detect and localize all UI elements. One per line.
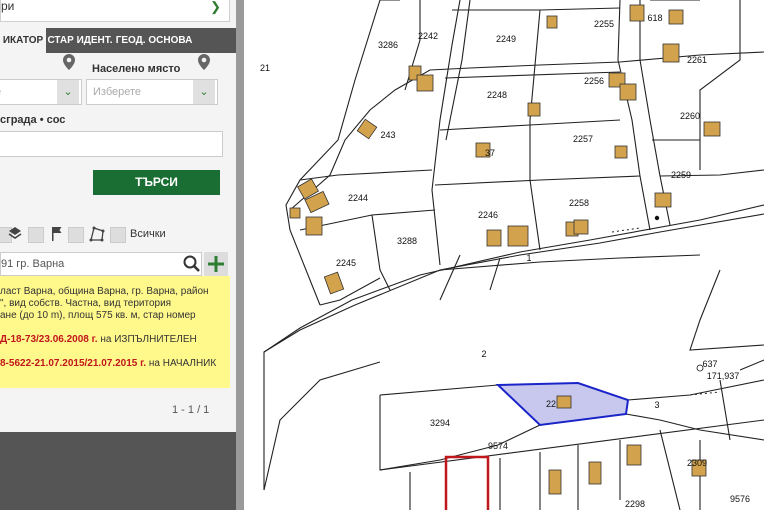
parcel-label: 2249 <box>496 34 516 44</box>
map-canvas[interactable]: 21 3286 2242 2249 2255 618 2261 2248 225… <box>244 0 764 515</box>
survey-point <box>654 215 660 221</box>
layers-icon[interactable] <box>8 226 22 242</box>
parcel-label: 2257 <box>573 134 593 144</box>
parcel-label: 3286 <box>378 40 398 50</box>
order-line-1: Д-18-73/23.06.2008 г. на ИЗПЪЛНИТЕЛЕН <box>0 334 197 345</box>
layer-toggle[interactable] <box>28 227 44 243</box>
parcel-label: 2309 <box>687 458 707 468</box>
panel-scrollbar[interactable] <box>236 0 244 510</box>
building-label: сграда • сос <box>0 114 66 126</box>
parcel-label: 618 <box>647 13 662 23</box>
location-pin-icon <box>198 54 210 70</box>
parcel-label: 9574 <box>488 441 508 451</box>
info-line: ласт Варна, община Варна, гр. Варна, рай… <box>0 286 209 297</box>
chevron-down-icon: ⌄ <box>193 80 215 104</box>
parcel-label: 3288 <box>397 236 417 246</box>
result-search-input[interactable]: 91 гр. Варна <box>0 252 202 276</box>
settlement-label: Населено място <box>92 63 181 75</box>
pager: 1 - 1 / 1 <box>172 404 210 416</box>
parcel-label: 2248 <box>487 90 507 100</box>
search-icon-button[interactable] <box>180 252 204 276</box>
parcel-label: 2259 <box>671 170 691 180</box>
chevron-down-icon: ❯ <box>210 0 221 14</box>
search-icon <box>183 255 200 272</box>
parcel-label: 2256 <box>584 76 604 86</box>
add-button[interactable] <box>204 252 228 276</box>
settlement-select[interactable]: Изберете ⌄ <box>86 79 218 105</box>
bottom-bar <box>0 432 236 510</box>
plus-icon <box>208 256 224 272</box>
order-2-link[interactable]: 8-5622-21.07.2015/21.07.2015 г. <box>0 358 146 369</box>
building-input[interactable] <box>0 131 223 157</box>
parcel-label: 2245 <box>336 258 356 268</box>
tab-geod-base[interactable]: ГЕОД. ОСНОВА <box>114 28 194 53</box>
parcel-label: 2244 <box>348 193 368 203</box>
left-panel: ри ❯ ИКАТОР СТАР ИДЕНТ. ГЕОД. ОСНОВА Нас… <box>0 0 236 510</box>
top-select[interactable]: ри ❯ <box>0 0 230 22</box>
result-search-value: 91 гр. Варна <box>1 258 65 270</box>
tab-cadastre[interactable]: ИКАТОР <box>0 28 46 53</box>
layer-toggle-all[interactable] <box>110 227 126 243</box>
info-line: ", вид собств. Частна, вид територия <box>0 298 172 309</box>
parcel-label: 21 <box>260 63 270 73</box>
parcel-label: 243 <box>380 130 395 140</box>
region-select-value: е <box>0 86 1 98</box>
order-1-link[interactable]: Д-18-73/23.06.2008 г. <box>0 334 98 345</box>
parcel-label: 3 <box>654 400 659 410</box>
highlighted-parcel[interactable] <box>444 455 490 515</box>
chevron-down-icon: ⌄ <box>57 80 79 104</box>
all-layers-label: Всички <box>130 228 166 240</box>
search-button[interactable]: ТЪРСИ <box>93 170 220 195</box>
parcel-label: 637 <box>702 359 717 369</box>
selected-parcel-label: 22 <box>546 399 556 409</box>
parcel-label: 2242 <box>418 31 438 41</box>
parcel-label: 171,937 <box>707 371 740 381</box>
parcel-label: 2255 <box>594 19 614 29</box>
parcel-label: 2260 <box>680 111 700 121</box>
top-select-value: ри <box>1 0 15 13</box>
parcel-label: 2258 <box>569 198 589 208</box>
parcel-label: 37 <box>485 148 495 158</box>
parcel-label: 2246 <box>478 210 498 220</box>
settlement-select-value: Изберете <box>93 86 142 98</box>
parcel-label: 1 <box>526 253 531 263</box>
order-2-text: на НАЧАЛНИК <box>146 358 217 369</box>
polygon-icon[interactable] <box>88 225 106 243</box>
parcel-label: 2261 <box>687 55 707 65</box>
parcel-info-box: ласт Варна, община Варна, гр. Варна, рай… <box>0 276 230 388</box>
order-1-text: на ИЗПЪЛНИТЕЛЕН <box>97 334 197 345</box>
layers-toolbar: Всички <box>0 222 236 248</box>
location-pin-icon <box>63 54 75 70</box>
parcel-label: 2 <box>481 349 486 359</box>
cadastral-map[interactable]: 21 3286 2242 2249 2255 618 2261 2248 225… <box>244 0 764 515</box>
parcel-label: 9576 <box>730 494 750 504</box>
layer-toggle[interactable] <box>68 227 84 243</box>
tab-old-id[interactable]: СТАР ИДЕНТ. <box>46 28 114 53</box>
flag-icon[interactable] <box>50 225 64 243</box>
order-line-2: 8-5622-21.07.2015/21.07.2015 г. на НАЧАЛ… <box>0 358 216 369</box>
parcel-label: 3294 <box>430 418 450 428</box>
tab-bar: ИКАТОР СТАР ИДЕНТ. ГЕОД. ОСНОВА <box>0 28 236 53</box>
parcel-boundaries <box>263 0 764 511</box>
buildings <box>289 4 721 495</box>
parcel-labels: 21 3286 2242 2249 2255 618 2261 2248 225… <box>260 13 750 509</box>
info-line: ане (до 10 m), площ 575 кв. м, стар номе… <box>0 310 196 321</box>
parcel-label: 2298 <box>625 499 645 509</box>
region-select[interactable]: е ⌄ <box>0 79 82 105</box>
